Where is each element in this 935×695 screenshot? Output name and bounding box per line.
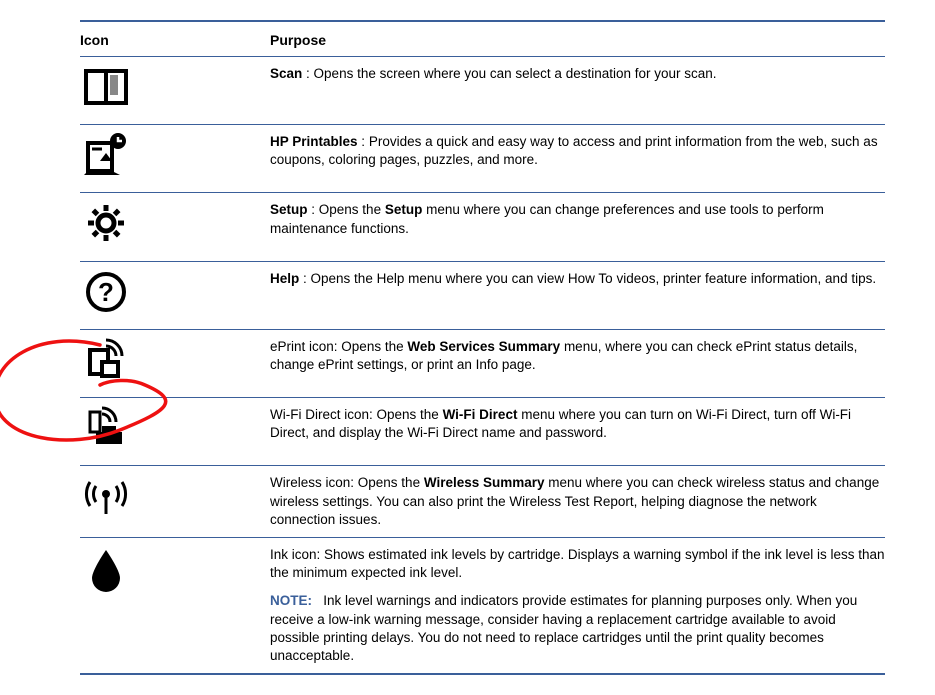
help-icon: ?	[82, 268, 130, 316]
row-title: HP Printables	[270, 134, 358, 149]
ink-icon	[82, 544, 130, 592]
table-row: Setup : Opens the Setup menu where you c…	[80, 193, 885, 261]
icon-reference-table: Icon Purpose Scan : Opens the screen whe…	[0, 0, 935, 695]
row-label: Wireless icon:	[270, 475, 358, 490]
purpose-cell: Setup : Opens the Setup menu where you c…	[270, 193, 885, 261]
printables-icon	[82, 131, 130, 179]
table-row: Wi-Fi Direct icon: Opens the Wi-Fi Direc…	[80, 398, 885, 466]
svg-text:?: ?	[98, 277, 114, 307]
table-row: ePrint icon: Opens the Web Services Summ…	[80, 329, 885, 397]
wifi-direct-icon	[82, 404, 130, 452]
row-title: Scan	[270, 66, 302, 81]
header-icon: Icon	[80, 21, 270, 57]
eprint-icon	[82, 336, 130, 384]
purpose-cell: Wi-Fi Direct icon: Opens the Wi-Fi Direc…	[270, 398, 885, 466]
purpose-cell: Wireless icon: Opens the Wireless Summar…	[270, 466, 885, 538]
table-row: Ink icon: Shows estimated ink levels by …	[80, 537, 885, 674]
note-text: Ink level warnings and indicators provid…	[270, 593, 857, 663]
purpose-cell: Help : Opens the Help menu where you can…	[270, 261, 885, 329]
header-purpose: Purpose	[270, 21, 885, 57]
row-label: ePrint icon:	[270, 339, 341, 354]
purpose-cell: Scan : Opens the screen where you can se…	[270, 57, 885, 125]
scan-icon	[82, 63, 130, 111]
table-row: HP Printables : Provides a quick and eas…	[80, 125, 885, 193]
table-row: ? Help : Opens the Help menu where you c…	[80, 261, 885, 329]
setup-icon	[82, 199, 130, 247]
purpose-cell: HP Printables : Provides a quick and eas…	[270, 125, 885, 193]
row-label: Wi-Fi Direct icon:	[270, 407, 377, 422]
wireless-icon	[82, 472, 130, 520]
note-label: NOTE:	[270, 593, 312, 608]
row-title: Setup	[270, 202, 308, 217]
purpose-cell: Ink icon: Shows estimated ink levels by …	[270, 537, 885, 674]
icons-table: Icon Purpose Scan : Opens the screen whe…	[80, 20, 885, 675]
row-label: Ink icon:	[270, 547, 324, 562]
row-title: Help	[270, 271, 299, 286]
table-row: Wireless icon: Opens the Wireless Summar…	[80, 466, 885, 538]
purpose-cell: ePrint icon: Opens the Web Services Summ…	[270, 329, 885, 397]
table-row: Scan : Opens the screen where you can se…	[80, 57, 885, 125]
